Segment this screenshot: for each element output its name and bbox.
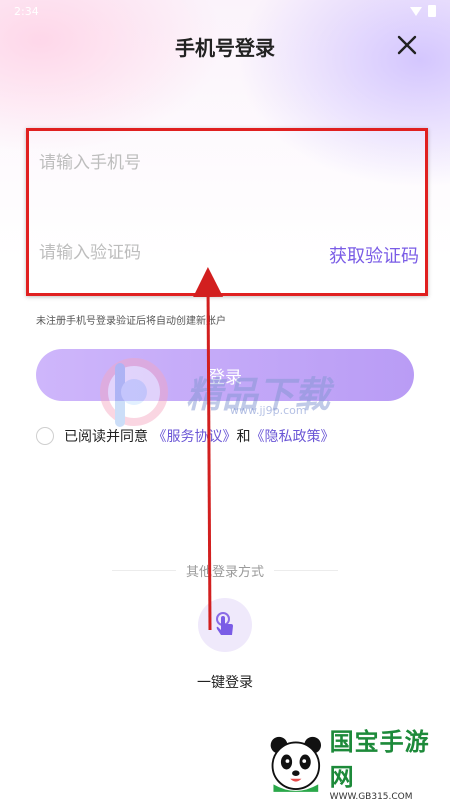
- wifi-icon: [410, 6, 422, 16]
- watermark-brand-title: 国宝手游网: [329, 728, 430, 791]
- watermark-logo: [100, 358, 168, 427]
- site-watermark: 国宝手游网 WWW.GB315.COM: [262, 724, 450, 800]
- one-key-login-label: 一键登录: [197, 675, 253, 691]
- status-bar: 2:34: [0, 0, 450, 22]
- phone-row: [39, 145, 409, 181]
- verification-code-input[interactable]: [39, 235, 289, 271]
- agreement-text: 已阅读并同意 《服务协议》和《隐私政策》: [64, 426, 334, 446]
- agreement-and: 和: [236, 429, 251, 445]
- status-time: 2:34: [14, 4, 39, 18]
- privacy-policy-link[interactable]: 《隐私政策》: [250, 429, 334, 445]
- divider-line-left: [112, 570, 176, 571]
- watermark-url: www.jj9p.com: [230, 404, 307, 417]
- close-icon: [397, 35, 417, 55]
- agreement-prefix: 已阅读并同意: [64, 429, 148, 445]
- other-login-divider: 其他登录方式: [112, 561, 339, 580]
- header: 手机号登录: [0, 26, 450, 66]
- page-title: 手机号登录: [175, 35, 275, 60]
- status-icons: [410, 5, 436, 17]
- service-agreement-link[interactable]: 《服务协议》: [152, 429, 236, 445]
- code-row: 获取验证码: [39, 235, 419, 271]
- signup-hint: 未注册手机号登录验证后将自动创建新账户: [36, 316, 226, 327]
- watermark-brand-url: WWW.GB315.COM: [329, 792, 413, 800]
- close-button[interactable]: [394, 32, 420, 58]
- tap-finger-icon: [216, 612, 233, 635]
- agreement-row: 已阅读并同意 《服务协议》和《隐私政策》: [36, 426, 334, 446]
- battery-icon: [428, 5, 436, 17]
- divider-line-right: [274, 570, 339, 571]
- panda-logo: [270, 736, 322, 792]
- get-code-button[interactable]: 获取验证码: [329, 242, 419, 268]
- one-key-login-button[interactable]: [198, 598, 252, 652]
- watermark-brand: 国宝手游网 WWW.GB315.COM: [330, 722, 450, 800]
- phone-input[interactable]: [39, 145, 289, 181]
- other-login-label: 其他登录方式: [186, 565, 265, 580]
- login-form-highlight: 获取验证码: [26, 128, 428, 296]
- agree-checkbox[interactable]: [36, 427, 54, 445]
